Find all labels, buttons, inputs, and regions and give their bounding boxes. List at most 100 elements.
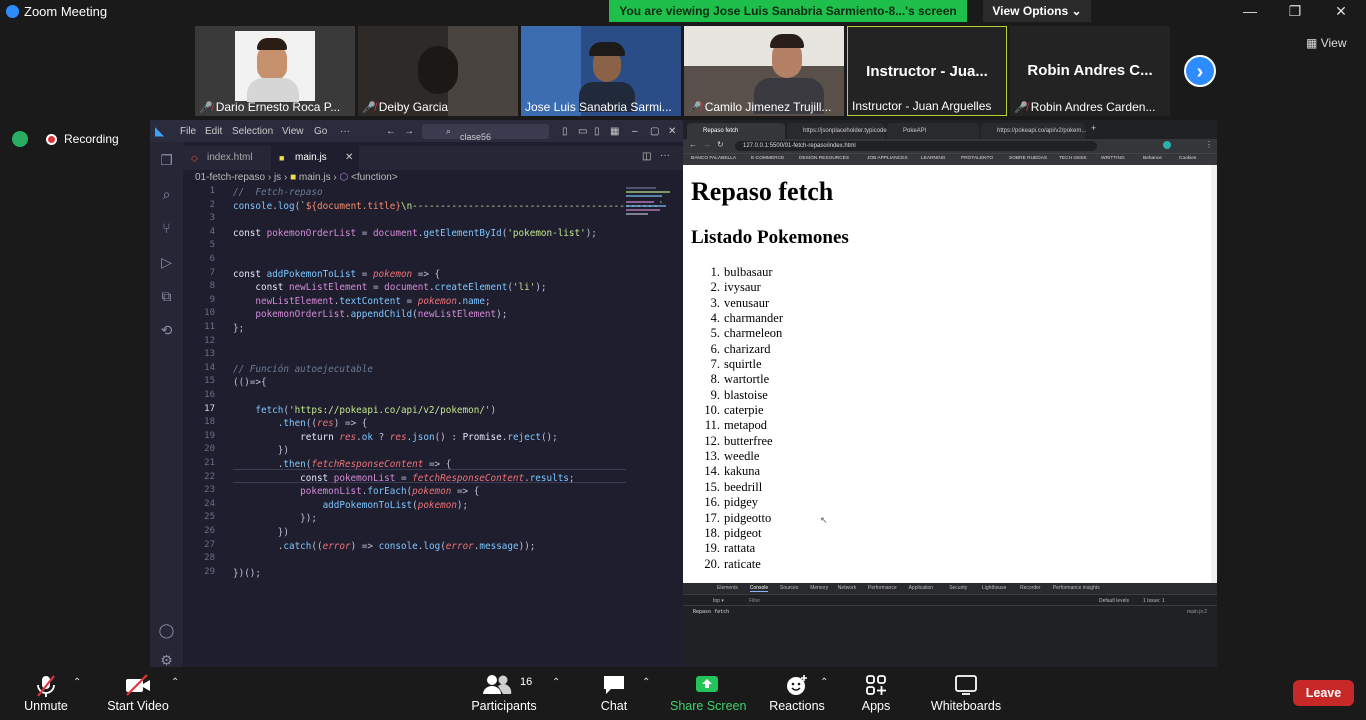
browser-menu-icon[interactable]: ⋮ xyxy=(1205,140,1213,149)
devtools-tab[interactable]: Elements xyxy=(717,585,738,591)
bookmark-item[interactable]: PROTALENTO xyxy=(961,156,993,161)
devtools-tab[interactable]: Security xyxy=(949,585,967,591)
breadcrumb-folder[interactable]: 01-fetch-repaso xyxy=(195,172,265,183)
participant-tile[interactable]: Jose Luis Sanabria Sarmi... xyxy=(521,26,681,116)
browser-tab[interactable]: https://jsonplaceholder.typicode... xyxy=(787,123,892,139)
menu-edit[interactable]: Edit xyxy=(205,126,222,137)
menu-go[interactable]: Go xyxy=(314,126,327,137)
tab-index-html[interactable]: ◇ index.html xyxy=(183,146,271,170)
context-select[interactable]: top ▾ xyxy=(713,598,724,604)
participants-button[interactable]: Participants xyxy=(470,667,538,720)
devtools-tab[interactable]: Performance insights xyxy=(1053,585,1100,591)
bookmark-item[interactable]: WRITTING xyxy=(1101,156,1125,161)
tab-main-js[interactable]: ■ main.js ✕ xyxy=(271,146,359,170)
url-input[interactable]: 127.0.0.1:5500/01-fetch-repaso/index.htm… xyxy=(735,141,1097,151)
browser-tab[interactable]: PokeAPI xyxy=(887,123,979,139)
bookmark-item[interactable]: DESIGN RESOURCES xyxy=(799,156,849,161)
close-icon[interactable]: ✕ xyxy=(1331,2,1351,20)
bookmark-item[interactable]: LEARNING xyxy=(921,156,946,161)
layout-panel-icon[interactable]: ▭ xyxy=(578,126,587,137)
minimize-icon[interactable]: — xyxy=(1240,2,1260,20)
devtools-tab[interactable]: Memory xyxy=(810,585,828,591)
split-editor-icon[interactable]: ◫ xyxy=(642,151,651,162)
reactions-button[interactable]: Reactions xyxy=(766,667,828,720)
participants-caret-icon[interactable]: ⌃ xyxy=(552,677,560,688)
devtools-tab[interactable]: Lighthouse xyxy=(982,585,1006,591)
whiteboards-button[interactable]: Whiteboards xyxy=(926,667,1006,720)
log-levels-select[interactable]: Default levels xyxy=(1099,598,1129,604)
layout-secondary-icon[interactable]: ▯ xyxy=(594,126,600,137)
profile-avatar[interactable] xyxy=(1163,141,1171,149)
minimize-icon[interactable]: – xyxy=(632,126,638,137)
start-video-button[interactable]: Start Video xyxy=(104,667,172,720)
restore-icon[interactable]: ❐ xyxy=(1285,2,1305,20)
browser-tab[interactable]: Repaso fetch xyxy=(687,123,785,139)
close-icon[interactable]: ✕ xyxy=(668,126,676,137)
devtools-tab[interactable]: Recorder xyxy=(1020,585,1041,591)
participant-tile[interactable]: Robin Andres C... 🎤̸ Robin Andres Carden.… xyxy=(1010,26,1170,116)
devtools-tab[interactable]: Sources xyxy=(780,585,798,591)
account-icon[interactable]: ◯ xyxy=(158,622,175,639)
code-editor[interactable]: // Fetch-repaso console.log(`${document.… xyxy=(233,186,664,667)
close-tab-icon[interactable]: ✕ xyxy=(345,146,353,170)
breadcrumb-file[interactable]: main.js xyxy=(299,172,331,183)
console-log-source[interactable]: main.js:2 xyxy=(1187,609,1207,615)
remote-icon[interactable]: ⟲ xyxy=(158,322,175,339)
participant-tile[interactable]: 🎤̸ Deiby Garcia xyxy=(358,26,518,116)
view-button[interactable]: ▦ View xyxy=(1306,36,1346,50)
menu-view[interactable]: View xyxy=(282,126,304,137)
menu-file[interactable]: File xyxy=(180,126,196,137)
view-options-button[interactable]: View Options ⌄ xyxy=(983,0,1091,22)
bookmark-item[interactable]: TECH GEEK xyxy=(1059,156,1087,161)
video-options-caret-icon[interactable]: ⌃ xyxy=(171,677,179,688)
shield-check-icon[interactable] xyxy=(12,131,28,147)
command-center-search[interactable]: ⌕ clase56 xyxy=(422,124,549,142)
bookmark-item[interactable]: BANCO FALABELLA xyxy=(691,156,736,161)
participant-tile-active-speaker[interactable]: Instructor - Jua... Instructor - Juan Ar… xyxy=(847,26,1007,116)
audio-options-caret-icon[interactable]: ⌃ xyxy=(73,677,81,688)
apps-button[interactable]: Apps xyxy=(856,667,896,720)
console-filter-input[interactable]: Filter xyxy=(749,598,760,604)
minimap[interactable] xyxy=(626,186,676,226)
forward-arrow-icon[interactable]: → xyxy=(404,126,414,137)
next-page-arrow-icon[interactable]: › xyxy=(1184,55,1216,87)
bookmark-item[interactable]: JOB APPLIANCES xyxy=(867,156,908,161)
explorer-icon[interactable]: ❐ xyxy=(158,152,175,169)
participant-tile[interactable]: 🎤̸ Camilo Jimenez Trujill... xyxy=(684,26,844,116)
search-icon[interactable]: ⌕ xyxy=(158,186,175,203)
devtools-tab[interactable]: Performance xyxy=(868,585,897,591)
menu-selection[interactable]: Selection xyxy=(232,126,273,137)
settings-gear-icon[interactable]: ⚙ xyxy=(158,652,175,667)
bookmark-item[interactable]: SOBRE RUEDAS xyxy=(1009,156,1047,161)
more-actions-icon[interactable]: ··· xyxy=(660,150,670,161)
reload-icon[interactable]: ↻ xyxy=(717,140,724,149)
breadcrumb-subfolder[interactable]: js xyxy=(274,172,281,183)
share-screen-button[interactable]: Share Screen xyxy=(670,667,746,720)
customize-layout-icon[interactable]: ▦ xyxy=(610,126,619,137)
reactions-caret-icon[interactable]: ⌃ xyxy=(820,677,828,688)
extensions-icon[interactable]: ⧉ xyxy=(158,288,175,305)
bookmark-item[interactable]: Behance xyxy=(1143,156,1162,161)
source-control-icon[interactable]: ⑂ xyxy=(158,220,175,237)
unmute-button[interactable]: Unmute xyxy=(20,667,72,720)
issues-badge[interactable]: 1 Issue: 1 xyxy=(1143,598,1165,604)
back-arrow-icon[interactable]: ← xyxy=(689,140,697,149)
layout-sidebar-icon[interactable]: ▯ xyxy=(562,126,568,137)
new-tab-icon[interactable]: + xyxy=(1091,123,1096,133)
devtools-tab[interactable]: Console xyxy=(749,585,769,592)
forward-arrow-icon[interactable]: → xyxy=(703,140,711,149)
back-arrow-icon[interactable]: ← xyxy=(386,126,396,137)
maximize-icon[interactable]: ▢ xyxy=(650,126,659,137)
chat-button[interactable]: Chat xyxy=(590,667,638,720)
run-debug-icon[interactable]: ▷ xyxy=(158,254,175,271)
leave-button[interactable]: Leave xyxy=(1293,680,1354,706)
browser-tab[interactable]: https://pokeapi.co/api/v2/pokem... xyxy=(981,123,1086,139)
chat-caret-icon[interactable]: ⌃ xyxy=(642,677,650,688)
breadcrumb-symbol[interactable]: <function> xyxy=(351,172,398,183)
devtools-tab[interactable]: Application xyxy=(909,585,933,591)
recording-label[interactable]: Recording xyxy=(64,132,119,146)
bookmark-item[interactable]: Cookies xyxy=(1179,156,1196,161)
devtools-tab[interactable]: Network xyxy=(838,585,856,591)
menu-more[interactable]: ··· xyxy=(340,126,350,137)
page-scrollbar[interactable] xyxy=(1211,165,1217,583)
